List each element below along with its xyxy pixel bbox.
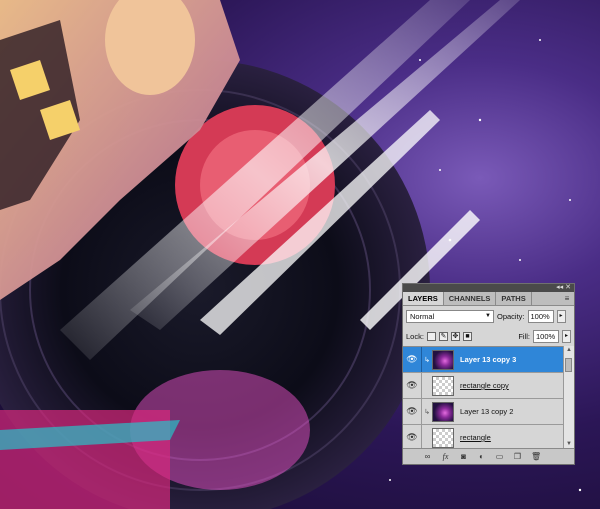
fx-icon[interactable]: fx [441, 452, 450, 461]
adjustment-icon[interactable]: ◐ [477, 452, 486, 461]
panel-menu-icon[interactable]: ≡ [560, 292, 574, 305]
lock-transparent-icon[interactable] [426, 331, 436, 341]
opacity-label: Opacity: [497, 311, 525, 321]
mask-icon[interactable]: ◙ [459, 452, 468, 461]
fill-label: Fill: [518, 331, 530, 341]
panel-tabs: LAYERS CHANNELS PATHS ≡ [403, 292, 574, 306]
panel-bottom-toolbar: ∞ fx ◙ ◐ ▭ ❐ 🗑 [403, 448, 574, 464]
layer-name[interactable]: rectangle [460, 433, 491, 442]
layer-name[interactable]: Layer 13 copy 2 [460, 407, 513, 416]
layer-thumbnail [432, 427, 454, 448]
lock-move-icon[interactable]: ✥ [450, 331, 460, 341]
layers-panel: ◂◂ ✕ LAYERS CHANNELS PATHS ≡ Normal ▼ Opa… [402, 283, 575, 465]
layer-row[interactable]: 👁 ↳ Layer 13 copy 3 [403, 347, 565, 373]
trash-icon[interactable]: 🗑 [531, 452, 541, 461]
blend-mode-value: Normal [410, 311, 435, 321]
scroll-thumb[interactable] [565, 358, 572, 372]
panel-title-strip[interactable]: ◂◂ ✕ [403, 284, 574, 292]
layer-thumbnail [432, 349, 454, 370]
new-layer-icon[interactable]: ❐ [513, 452, 522, 461]
layer-thumbnail [432, 375, 454, 396]
blend-mode-select[interactable]: Normal ▼ [406, 309, 494, 323]
layer-name[interactable]: Layer 13 copy 3 [460, 355, 516, 364]
blend-row: Normal ▼ Opacity: 100% ▸ [403, 306, 574, 326]
layers-scrollbar[interactable]: ▲ ▼ [563, 346, 574, 449]
visibility-eye-icon[interactable]: 👁 [403, 347, 422, 372]
opacity-slider-icon[interactable]: ▸ [556, 309, 566, 323]
lock-label: Lock: [406, 331, 424, 341]
panel-collapse-close-icon[interactable]: ◂◂ ✕ [556, 284, 571, 292]
fill-input[interactable]: 100% [533, 329, 559, 343]
clip-arrow-icon: ↳ [424, 356, 430, 364]
folder-icon[interactable]: ▭ [495, 452, 504, 461]
layers-list: 👁 ↳ Layer 13 copy 3 👁 rectangle copy 👁 ↳… [403, 346, 565, 451]
visibility-eye-icon[interactable]: 👁 [403, 399, 422, 424]
layer-row[interactable]: 👁 rectangle copy [403, 373, 565, 399]
fill-slider-icon[interactable]: ▸ [562, 329, 571, 343]
layer-row[interactable]: 👁 ↳ Layer 13 copy 2 [403, 399, 565, 425]
link-icon[interactable]: ∞ [423, 452, 432, 461]
lock-all-icon[interactable]: ■ [462, 331, 472, 341]
tab-layers[interactable]: LAYERS [403, 292, 444, 305]
tab-paths[interactable]: PATHS [496, 292, 532, 305]
scroll-up-icon[interactable]: ▲ [564, 346, 574, 355]
clip-arrow-icon: ↳ [424, 408, 430, 416]
chevron-down-icon: ▼ [485, 312, 491, 319]
layer-thumbnail [432, 401, 454, 422]
layer-name[interactable]: rectangle copy [460, 381, 509, 390]
visibility-eye-icon[interactable]: 👁 [403, 425, 422, 450]
lock-row: Lock: ✎ ✥ ■ Fill: 100% ▸ [403, 326, 574, 346]
tab-channels[interactable]: CHANNELS [444, 292, 497, 305]
opacity-input[interactable]: 100% [527, 309, 554, 323]
lock-paint-icon[interactable]: ✎ [438, 331, 448, 341]
visibility-eye-icon[interactable]: 👁 [403, 373, 422, 398]
